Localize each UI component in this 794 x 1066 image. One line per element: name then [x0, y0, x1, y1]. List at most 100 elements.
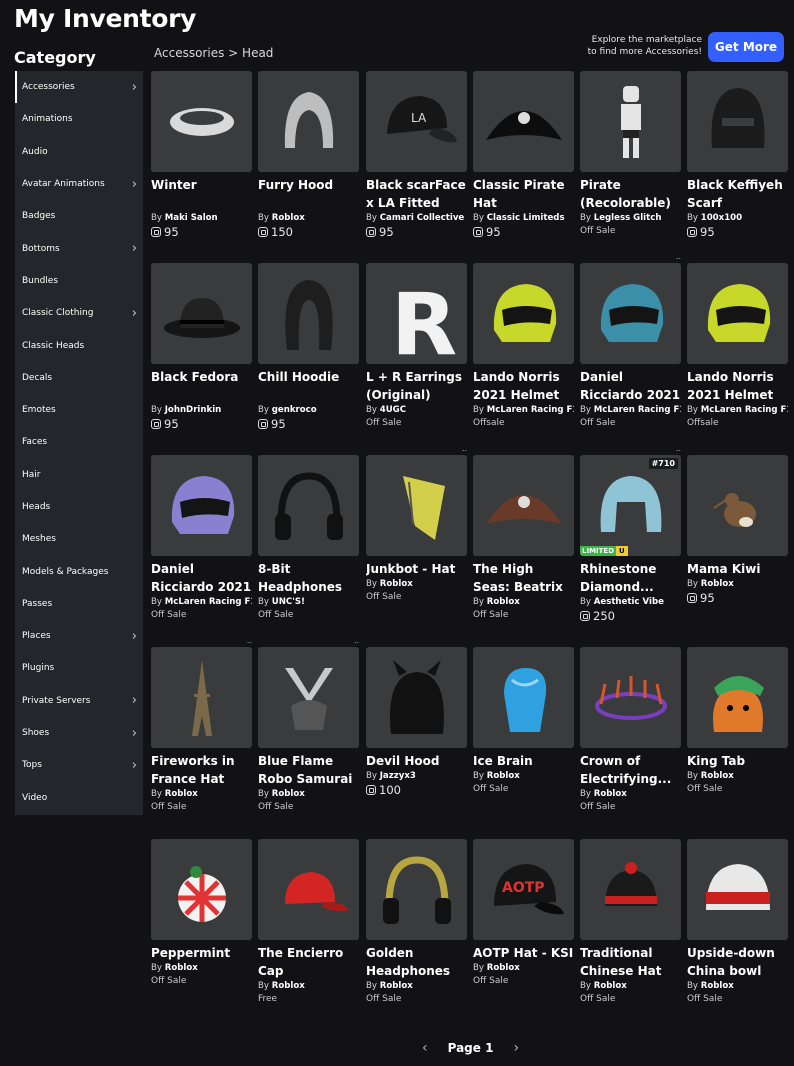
item-card[interactable]: Traditional Chinese Hat By Roblox Off Sale	[580, 839, 681, 1027]
sidebar-item-bundles[interactable]: Bundles	[15, 265, 143, 297]
more-options-icon[interactable]: ..	[676, 252, 681, 261]
sidebar-item-classic-heads[interactable]: Classic Heads	[15, 329, 143, 361]
item-thumbnail[interactable]	[580, 263, 681, 364]
item-thumbnail[interactable]	[258, 647, 359, 748]
item-card[interactable]: Junkbot - Hat By Roblox Off Sale	[366, 455, 467, 643]
item-card[interactable]: King Tab By Roblox Off Sale	[687, 647, 788, 835]
item-name[interactable]: Classic Pirate Hat	[473, 176, 574, 212]
creator-link[interactable]: Roblox	[272, 213, 305, 223]
item-card[interactable]: Crown of Electrifying... By Roblox Off Sal…	[580, 647, 681, 835]
item-thumbnail[interactable]	[366, 839, 467, 940]
item-name[interactable]: Peppermint Hat	[151, 944, 252, 962]
creator-link[interactable]: Classic Limiteds	[487, 213, 565, 223]
item-card[interactable]: The Encierro Cap By Roblox Free	[258, 839, 359, 1027]
item-card[interactable]: Pirate (Recolorable) By Legless Glitch Off…	[580, 71, 681, 261]
item-card[interactable]: Classic Pirate Hat By Classic Limiteds 95	[473, 71, 574, 259]
creator-link[interactable]: Roblox	[380, 981, 413, 991]
item-thumbnail[interactable]: AOTP	[473, 839, 574, 940]
item-thumbnail[interactable]	[687, 263, 788, 364]
creator-link[interactable]: Roblox	[165, 963, 198, 973]
creator-link[interactable]: Jazzyx3	[380, 771, 416, 781]
prev-page-button[interactable]: ‹	[422, 1040, 428, 1056]
item-card[interactable]: R L + R Earrings (Original) By 4UGC Off Sal…	[366, 263, 467, 453]
item-thumbnail[interactable]	[687, 71, 788, 172]
sidebar-item-badges[interactable]: Badges	[15, 200, 143, 232]
item-name[interactable]: Lando Norris 2021 Helmet -...	[473, 368, 574, 404]
sidebar-item-hair[interactable]: Hair	[15, 459, 143, 491]
more-options-icon[interactable]: ..	[354, 636, 359, 645]
item-name[interactable]: Junkbot - Hat	[366, 560, 467, 578]
creator-link[interactable]: Roblox	[594, 981, 627, 991]
item-thumbnail[interactable]: R	[366, 263, 467, 364]
sidebar-item-accessories[interactable]: Accessories ›	[15, 71, 143, 104]
item-thumbnail[interactable]	[258, 71, 359, 172]
item-name[interactable]: Lando Norris 2021 Helmet -...	[687, 368, 788, 404]
item-card[interactable]: Peppermint HatBy Roblox Off Sale	[151, 839, 252, 1027]
creator-link[interactable]: McLaren Racing F1	[594, 405, 681, 415]
item-card[interactable]: Upside-down China bowl By Roblox Off Sale	[687, 839, 788, 1027]
item-thumbnail[interactable]	[580, 71, 681, 172]
sidebar-item-places[interactable]: Places ›	[15, 620, 143, 652]
sidebar-item-emotes[interactable]: Emotes	[15, 394, 143, 426]
item-card[interactable]: Mama Kiwi By Roblox 95	[687, 455, 788, 643]
sidebar-item-animations[interactable]: Animations	[15, 103, 143, 135]
item-card[interactable]: Golden Headphones -...By Roblox Off Sale	[366, 839, 467, 1027]
sidebar-item-tops[interactable]: Tops ›	[15, 749, 143, 781]
more-options-icon[interactable]: ..	[676, 444, 681, 453]
creator-link[interactable]: Roblox	[487, 771, 520, 781]
creator-link[interactable]: Roblox	[272, 981, 305, 991]
item-name[interactable]: Chill Hoodie	[258, 368, 359, 404]
item-thumbnail[interactable]	[473, 647, 574, 748]
creator-link[interactable]: JohnDrinkin	[165, 405, 222, 415]
item-name[interactable]: Black scarFace x LA Fitted Ca...	[366, 176, 467, 212]
sidebar-item-heads[interactable]: Heads	[15, 491, 143, 523]
creator-link[interactable]: Aesthetic Vibe	[594, 597, 664, 607]
creator-link[interactable]: Roblox	[701, 981, 734, 991]
item-thumbnail[interactable]	[687, 839, 788, 940]
item-name[interactable]: Black Keffiyeh Scarf Headwrap	[687, 176, 788, 212]
item-name[interactable]: Traditional Chinese Hat	[580, 944, 681, 980]
item-thumbnail[interactable]	[151, 71, 252, 172]
creator-link[interactable]: 4UGC	[380, 405, 406, 415]
more-options-icon[interactable]: ..	[462, 444, 467, 453]
item-card[interactable]: The High Seas: Beatrix The...By Roblox Of…	[473, 455, 574, 643]
item-name[interactable]: Fireworks in France Hat	[151, 752, 252, 788]
item-thumbnail[interactable]	[580, 839, 681, 940]
item-name[interactable]: The High Seas: Beatrix The...	[473, 560, 574, 596]
creator-link[interactable]: Roblox	[165, 789, 198, 799]
item-card[interactable]: #710 LIMITED U Rhinestone Diamond... By Aest…	[580, 455, 681, 643]
creator-link[interactable]: Roblox	[272, 789, 305, 799]
item-name[interactable]: Daniel Ricciardo 2021 Helmet -...	[151, 560, 252, 596]
item-card[interactable]: Lando Norris 2021 Helmet -...By McLaren …	[687, 263, 788, 451]
creator-link[interactable]: Roblox	[701, 771, 734, 781]
creator-link[interactable]: Roblox	[701, 579, 734, 589]
item-name[interactable]: Upside-down China bowl	[687, 944, 788, 980]
item-card[interactable]: Blue Flame Robo Samurai By Roblox Off Sale	[258, 647, 359, 835]
item-thumbnail[interactable]	[258, 263, 359, 364]
item-thumbnail[interactable]	[473, 263, 574, 364]
sidebar-item-meshes[interactable]: Meshes	[15, 523, 143, 555]
creator-link[interactable]: Roblox	[594, 789, 627, 799]
item-thumbnail[interactable]	[580, 647, 681, 748]
get-more-button[interactable]: Get More	[708, 32, 784, 62]
item-name[interactable]: Black Fedora	[151, 368, 252, 404]
sidebar-item-audio[interactable]: Audio	[15, 136, 143, 168]
item-card[interactable]: Furry Hood By Roblox 150	[258, 71, 359, 259]
item-thumbnail[interactable]	[473, 71, 574, 172]
item-name[interactable]: AOTP Hat - KSI	[473, 944, 574, 962]
creator-link[interactable]: Camari Collective	[380, 213, 465, 223]
item-name[interactable]: Crown of Electrifying...	[580, 752, 681, 788]
item-thumbnail[interactable]	[258, 839, 359, 940]
item-card[interactable]: Ice Brain By Roblox Off Sale	[473, 647, 574, 835]
item-card[interactable]: Lando Norris 2021 Helmet -...By McLaren …	[473, 263, 574, 451]
creator-link[interactable]: Maki Salon	[165, 213, 218, 223]
breadcrumb-parent-link[interactable]: Accessories	[154, 46, 224, 60]
item-card[interactable]: Chill Hoodie By genkroco 95	[258, 263, 359, 451]
item-name[interactable]: Daniel Ricciardo 2021 Helmet -...	[580, 368, 681, 404]
item-card[interactable]: Winter By Maki Salon 95	[151, 71, 252, 259]
item-thumbnail[interactable]	[473, 455, 574, 556]
item-name[interactable]: The Encierro Cap	[258, 944, 359, 980]
item-card[interactable]: Black Fedora By JohnDrinkin 95	[151, 263, 252, 451]
creator-link[interactable]: McLaren Racing F1	[487, 405, 574, 415]
item-thumbnail[interactable]	[687, 455, 788, 556]
